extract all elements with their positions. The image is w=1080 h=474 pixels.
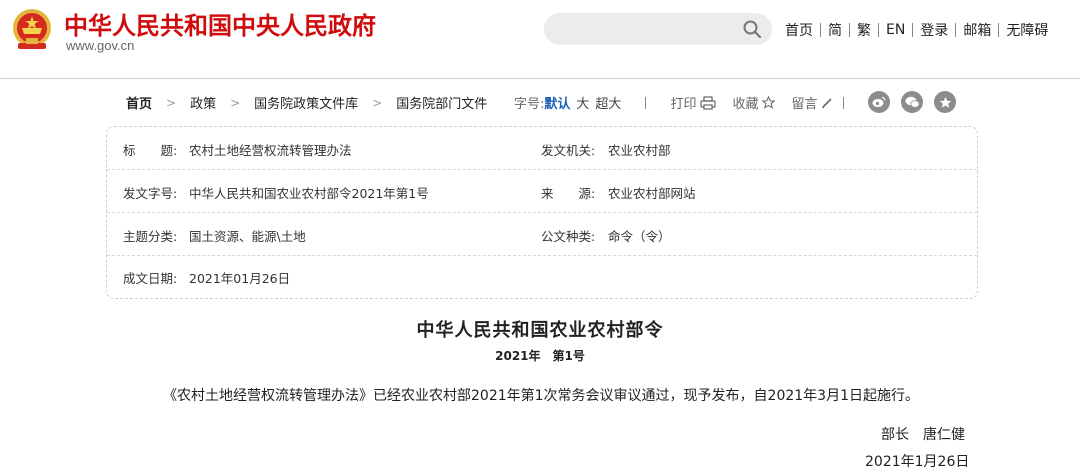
meta-date-label: 成文日期: bbox=[123, 271, 178, 286]
site-title[interactable]: 中华人民共和国中央人民政府 bbox=[64, 6, 376, 41]
chevron-right-icon: > bbox=[230, 95, 241, 110]
document-body: 《农村土地经营权流转管理办法》已经农业农村部2021年第1次常务会议审议通过，现… bbox=[163, 388, 919, 404]
meta-date-value: 2021年01月26日 bbox=[189, 271, 291, 286]
wechat-icon[interactable] bbox=[901, 91, 923, 113]
meta-topic-value: 国土资源、能源\土地 bbox=[189, 229, 306, 244]
meta-issuer-label: 发文机关: bbox=[541, 143, 596, 158]
search-input[interactable] bbox=[544, 13, 772, 45]
nav-simplified[interactable]: 简 bbox=[821, 20, 849, 40]
meta-type-value: 命令（令） bbox=[608, 229, 671, 244]
toolbar-row: 首页 > 政策 > 国务院政策文件库 > 国务院部门文件 字号: 默认 大 超大… bbox=[122, 91, 962, 113]
breadcrumb-home[interactable]: 首页 bbox=[126, 93, 152, 112]
document-number: 2021年 第1号 bbox=[495, 349, 585, 363]
favorite-button[interactable]: 收藏 bbox=[732, 93, 776, 112]
meta-source-label: 来 源: bbox=[541, 186, 596, 201]
print-label: 打印 bbox=[670, 97, 697, 112]
nav-home[interactable]: 首页 bbox=[778, 20, 820, 40]
search-icon[interactable] bbox=[742, 19, 762, 39]
font-size-default[interactable]: 默认 bbox=[544, 93, 570, 112]
meta-docno-label: 发文字号: bbox=[123, 186, 178, 201]
chevron-right-icon: > bbox=[372, 95, 383, 110]
meta-topic-label: 主题分类: bbox=[123, 229, 178, 244]
meta-source-value: 农业农村部网站 bbox=[608, 186, 696, 201]
national-emblem-icon[interactable] bbox=[8, 6, 56, 54]
site-url[interactable]: www.gov.cn bbox=[66, 38, 134, 53]
nav-mail[interactable]: 邮箱 bbox=[956, 20, 998, 40]
favorite-label: 收藏 bbox=[732, 97, 759, 112]
page-tools: 字号: 默认 大 超大 打印 收藏 留言 bbox=[514, 93, 845, 112]
star-outline-icon bbox=[762, 96, 776, 109]
meta-title-value: 农村土地经营权流转管理办法 bbox=[189, 143, 352, 158]
nav-traditional[interactable]: 繁 bbox=[850, 20, 878, 40]
breadcrumb: 首页 > 政策 > 国务院政策文件库 > 国务院部门文件 bbox=[126, 93, 487, 113]
nav-login[interactable]: 登录 bbox=[913, 20, 955, 40]
chevron-right-icon: > bbox=[166, 95, 177, 110]
meta-title-label: 标 题: bbox=[123, 143, 178, 158]
document-metadata-table: 标 题: 农村土地经营权流转管理办法 发文机关: 农业农村部 发文字号: 中华人… bbox=[106, 126, 978, 299]
breadcrumb-policy-library[interactable]: 国务院政策文件库 bbox=[254, 93, 358, 112]
printer-icon bbox=[700, 95, 717, 110]
breadcrumb-policy[interactable]: 政策 bbox=[190, 93, 216, 112]
document-heading: 中华人民共和国农业农村部令 bbox=[416, 320, 664, 341]
nav-english[interactable]: EN bbox=[879, 22, 912, 38]
top-nav: 首页 简 繁 EN 登录 邮箱 无障碍 bbox=[778, 20, 1055, 40]
document-date: 2021年1月26日 bbox=[865, 454, 970, 470]
comment-button[interactable]: 留言 bbox=[791, 93, 833, 112]
font-size-large[interactable]: 大 bbox=[576, 93, 589, 112]
meta-issuer-value: 农业农村部 bbox=[608, 143, 671, 158]
breadcrumb-department-docs[interactable]: 国务院部门文件 bbox=[396, 93, 487, 112]
font-size-xlarge[interactable]: 超大 bbox=[595, 93, 621, 112]
meta-type-label: 公文种类: bbox=[541, 229, 596, 244]
star-icon[interactable] bbox=[934, 91, 956, 113]
share-buttons bbox=[868, 91, 967, 113]
pencil-icon bbox=[822, 97, 833, 108]
weibo-icon[interactable] bbox=[868, 91, 890, 113]
comment-label: 留言 bbox=[791, 97, 818, 112]
document-signature: 部长 唐仁健 bbox=[881, 427, 965, 443]
site-header: 中华人民共和国中央人民政府 www.gov.cn 首页 简 繁 EN 登录 邮箱… bbox=[0, 0, 1080, 79]
print-button[interactable]: 打印 bbox=[670, 93, 717, 112]
meta-docno-value: 中华人民共和国农业农村部令2021年第1号 bbox=[189, 186, 429, 201]
nav-accessibility[interactable]: 无障碍 bbox=[999, 20, 1055, 40]
font-size-label: 字号: bbox=[514, 97, 545, 112]
